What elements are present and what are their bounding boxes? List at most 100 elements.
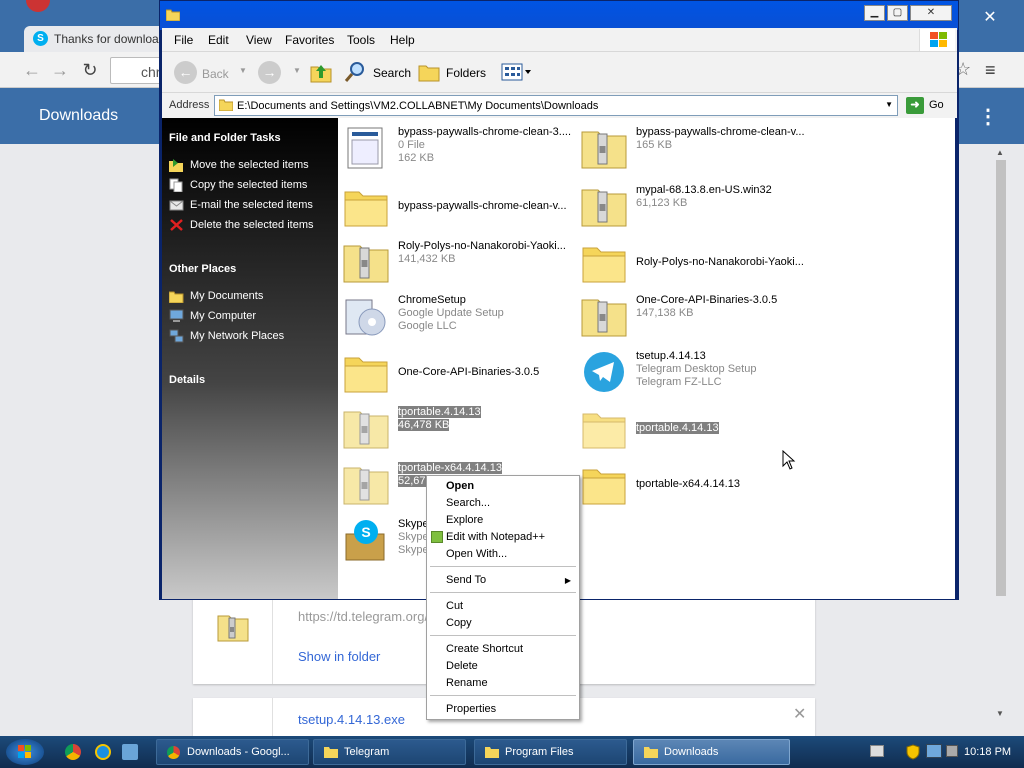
menu-help[interactable]: Help — [390, 33, 415, 47]
taskbar-button-label: Downloads - Googl... — [187, 746, 290, 758]
file-item[interactable]: mypal-68.13.8.en-US.win32 61,123 KB — [580, 180, 818, 236]
chrome-menu-icon[interactable]: ≡ — [985, 60, 996, 81]
go-arrow-icon[interactable]: ➜ — [906, 97, 924, 114]
task-email[interactable]: E-mail the selected items — [169, 199, 313, 211]
place-my-documents[interactable]: My Documents — [169, 290, 263, 303]
menu-view[interactable]: View — [246, 33, 272, 47]
file-item[interactable]: bypass-paywalls-chrome-clean-v... 165 KB — [580, 122, 818, 178]
security-shield-icon[interactable] — [906, 744, 920, 760]
menu-open[interactable]: Open — [446, 480, 474, 492]
menu-delete[interactable]: Delete — [446, 660, 478, 672]
start-button[interactable] — [6, 739, 44, 765]
menu-rename[interactable]: Rename — [446, 677, 488, 689]
address-input[interactable]: E:\Documents and Settings\VM2.COLLABNET\… — [214, 95, 898, 116]
scrollbar-thumb[interactable] — [996, 160, 1006, 596]
remove-download-icon[interactable]: ✕ — [793, 704, 806, 724]
file-name: tportable.4.14.13 — [398, 406, 481, 418]
file-item[interactable]: tsetup.4.14.13 Telegram Desktop Setup Tele… — [580, 346, 818, 402]
folders-icon[interactable] — [418, 62, 440, 82]
menu-copy[interactable]: Copy — [446, 617, 472, 629]
explorer-titlebar[interactable]: ▁ ▢ ✕ — [160, 1, 958, 30]
taskbar-button-chrome[interactable]: Downloads - Googl... — [156, 739, 309, 765]
forward-icon[interactable]: → — [258, 61, 281, 84]
search-icon[interactable] — [344, 61, 366, 83]
details-title[interactable]: Details — [169, 374, 205, 386]
file-item[interactable]: ChromeSetup Google Update Setup Google LLC — [342, 290, 580, 346]
folder-icon — [342, 184, 392, 232]
chrome-icon[interactable] — [65, 744, 81, 760]
file-item[interactable]: bypass-paywalls-chrome-clean-3.... 0 File… — [342, 122, 580, 178]
address-dropdown-icon[interactable]: ▼ — [885, 100, 893, 109]
task-copy[interactable]: Copy the selected items — [169, 178, 307, 192]
task-delete[interactable]: Delete the selected items — [169, 219, 314, 231]
file-item[interactable]: Roly-Polys-no-Nanakorobi-Yaoki... 141,432… — [342, 236, 580, 292]
menu-separator — [430, 566, 576, 567]
menu-favorites[interactable]: Favorites — [285, 33, 334, 47]
reload-icon[interactable]: ↻ — [80, 60, 100, 80]
search-label[interactable]: Search — [373, 66, 411, 80]
minimize-button[interactable]: ▁ — [864, 5, 885, 21]
folders-label[interactable]: Folders — [446, 66, 486, 80]
scroll-up-icon[interactable]: ▲ — [996, 148, 1004, 157]
file-detail: Telegram FZ-LLC — [636, 376, 722, 388]
network-status-icon[interactable] — [926, 744, 942, 758]
show-in-folder-link[interactable]: Show in folder — [298, 649, 380, 664]
file-item[interactable]: tportable.4.14.13 46,478 KB — [342, 402, 580, 458]
app-icon[interactable] — [122, 744, 138, 760]
file-item[interactable]: Roly-Polys-no-Nanakorobi-Yaoki... — [580, 236, 818, 292]
taskbar-button-downloads[interactable]: Downloads — [633, 739, 790, 765]
back-icon[interactable]: ← — [174, 61, 197, 84]
back-arrow-icon[interactable]: ← — [22, 60, 42, 80]
clock[interactable]: 10:18 PM — [964, 746, 1011, 758]
task-label: E-mail the selected items — [190, 199, 313, 211]
zip-folder-icon — [580, 294, 630, 342]
menu-edit[interactable]: Edit — [208, 33, 229, 47]
ie-icon[interactable] — [95, 744, 111, 760]
place-my-computer[interactable]: My Computer — [169, 309, 256, 322]
page-scrollbar[interactable]: ▲ ▼ — [994, 148, 1008, 720]
keyboard-icon[interactable] — [870, 745, 884, 757]
menu-edit-notepadpp[interactable]: Edit with Notepad++ — [446, 531, 545, 543]
taskbar-button-telegram[interactable]: Telegram — [313, 739, 466, 765]
file-detail: Skype — [398, 531, 429, 543]
back-label[interactable]: Back — [202, 67, 229, 81]
taskbar-button-program-files[interactable]: Program Files — [474, 739, 627, 765]
menu-explore[interactable]: Explore — [446, 514, 483, 526]
download-filename-link[interactable]: tsetup.4.14.13.exe — [298, 712, 405, 727]
menu-open-with[interactable]: Open With... — [446, 548, 507, 560]
back-dropdown-icon[interactable]: ▼ — [239, 66, 247, 75]
volume-icon[interactable] — [946, 745, 958, 757]
scroll-down-icon[interactable]: ▼ — [996, 709, 1004, 718]
maximize-button[interactable]: ▢ — [887, 5, 908, 21]
file-tasks-title[interactable]: File and Folder Tasks — [169, 132, 281, 144]
zip-folder-icon — [342, 462, 392, 510]
menu-send-to[interactable]: Send To — [446, 574, 486, 586]
menu-search[interactable]: Search... — [446, 497, 490, 509]
submenu-arrow-icon: ▶ — [564, 576, 571, 585]
file-item[interactable]: One-Core-API-Binaries-3.0.5 147,138 KB — [580, 290, 818, 346]
menu-cut[interactable]: Cut — [446, 600, 463, 612]
download-url[interactable]: https://td.telegram.org/ — [298, 609, 428, 624]
file-item[interactable]: bypass-paywalls-chrome-clean-v... — [342, 180, 580, 236]
file-item[interactable]: One-Core-API-Binaries-3.0.5 — [342, 346, 580, 402]
menu-create-shortcut[interactable]: Create Shortcut — [446, 643, 523, 655]
menu-properties[interactable]: Properties — [446, 703, 496, 715]
context-menu: Open Search... Explore Edit with Notepad… — [426, 475, 580, 720]
close-button[interactable]: ✕ — [910, 5, 952, 21]
forward-dropdown-icon[interactable]: ▼ — [293, 66, 301, 75]
menu-tools[interactable]: Tools — [347, 33, 375, 47]
place-my-network[interactable]: My Network Places — [169, 329, 284, 343]
task-move[interactable]: Move the selected items — [169, 159, 309, 172]
forward-arrow-icon[interactable]: → — [50, 60, 70, 80]
chrome-tab[interactable]: S Thanks for downloa — [24, 26, 174, 52]
profile-avatar[interactable] — [26, 0, 50, 12]
menu-file[interactable]: File — [174, 33, 193, 47]
tab-title: Thanks for downloa — [54, 32, 159, 46]
views-icon[interactable] — [501, 63, 531, 81]
more-options-icon[interactable]: ⋮ — [978, 104, 998, 129]
up-folder-icon[interactable] — [310, 61, 332, 83]
chrome-close-button[interactable]: ✕ — [958, 0, 1022, 36]
go-button[interactable]: Go — [929, 99, 944, 111]
other-places-title[interactable]: Other Places — [169, 263, 236, 275]
file-name: mypal-68.13.8.en-US.win32 — [636, 184, 772, 196]
